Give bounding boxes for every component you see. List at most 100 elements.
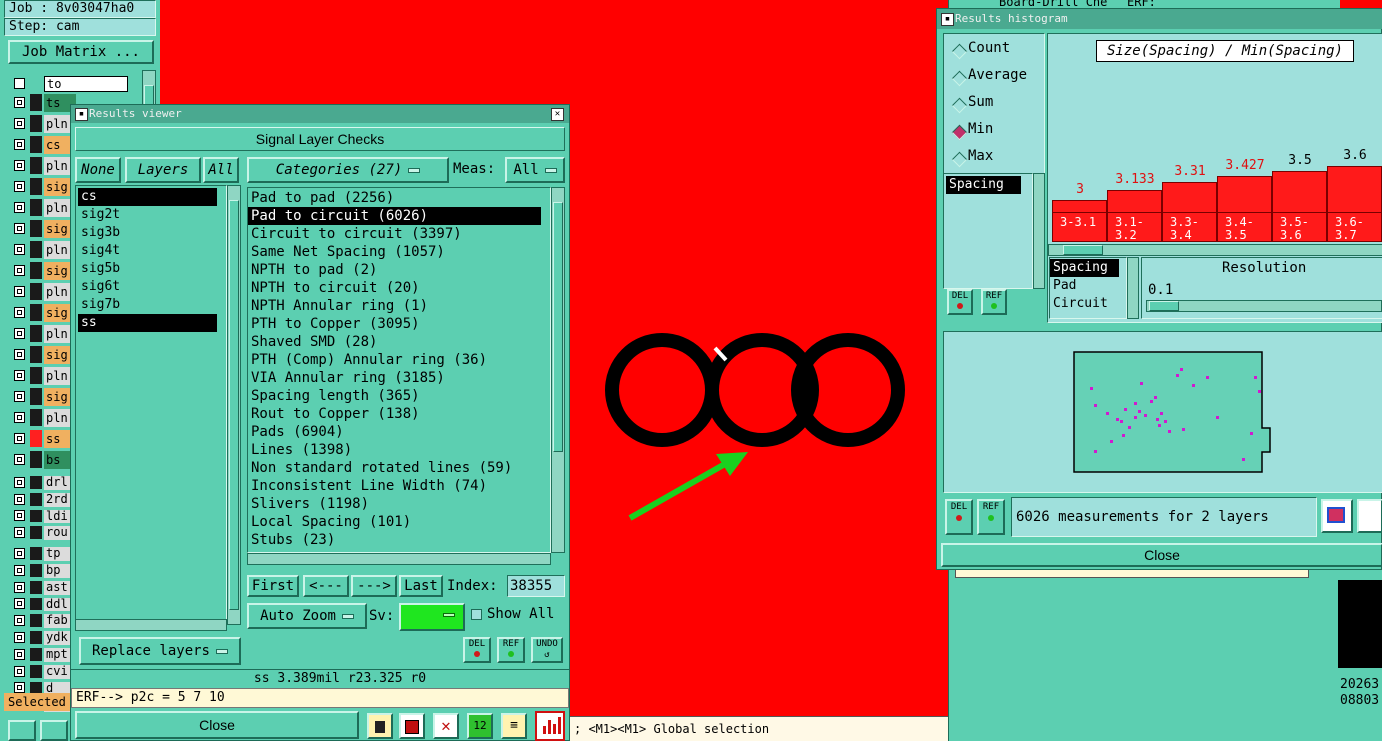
- categories-scrollbar[interactable]: [551, 187, 565, 553]
- layer-checkbox[interactable]: [14, 202, 25, 213]
- prev-button[interactable]: <---: [303, 575, 349, 597]
- layer-checkbox[interactable]: [14, 391, 25, 402]
- layer-checkbox[interactable]: [14, 527, 25, 539]
- layer-checkbox[interactable]: [14, 244, 25, 255]
- show-all-checkbox[interactable]: [471, 609, 482, 620]
- category-item[interactable]: Slivers (1198): [248, 495, 541, 513]
- layer-checkbox[interactable]: [14, 307, 25, 318]
- mode-radio[interactable]: [951, 124, 968, 141]
- layer-checkbox[interactable]: [14, 97, 25, 108]
- layer-checkbox[interactable]: [14, 510, 25, 522]
- report-icon[interactable]: [399, 713, 425, 739]
- replace-layers-button[interactable]: Replace layers: [79, 637, 241, 665]
- hist-ref-button[interactable]: REF: [981, 289, 1007, 315]
- group-item[interactable]: Spacing: [1050, 259, 1119, 277]
- layers-list[interactable]: cs sig2t sig3b sig4t sig5b sig6t sig7b ss: [75, 185, 227, 625]
- auto-zoom-button[interactable]: Auto Zoom: [247, 603, 367, 629]
- tool-icon-2[interactable]: [40, 720, 68, 741]
- category-item[interactable]: VIA Annular ring (3185): [248, 369, 541, 387]
- histogram-window-menu-icon[interactable]: ▪: [941, 13, 954, 26]
- zoom-window-icon[interactable]: [1357, 499, 1382, 533]
- category-item[interactable]: NPTH Annular ring (1): [248, 297, 541, 315]
- histogram-close-button[interactable]: Close: [941, 543, 1382, 567]
- layer-checkbox[interactable]: [14, 433, 25, 444]
- categories-button[interactable]: Categories (27): [247, 157, 449, 183]
- category-item[interactable]: Non standard rotated lines (59): [248, 459, 541, 477]
- layer-checkbox[interactable]: [14, 181, 25, 192]
- layer-checkbox[interactable]: [14, 548, 25, 560]
- category-item[interactable]: Pad to pad (2256): [248, 189, 541, 207]
- mode-radio[interactable]: [951, 97, 968, 114]
- layer-checkbox[interactable]: [14, 648, 25, 660]
- layer-checkbox[interactable]: [14, 665, 25, 677]
- layer-checkbox[interactable]: [14, 615, 25, 627]
- category-item[interactable]: NPTH to pad (2): [248, 261, 541, 279]
- hist-del-button[interactable]: DEL: [947, 289, 973, 315]
- undo-button[interactable]: UNDO ↺: [531, 637, 563, 663]
- category-item[interactable]: Inconsistent Line Width (74): [248, 477, 541, 495]
- layer-checkbox[interactable]: [14, 493, 25, 505]
- mode-radio[interactable]: [951, 43, 968, 60]
- category-item[interactable]: Stubs (23): [248, 531, 541, 549]
- first-button[interactable]: First: [247, 575, 299, 597]
- histogram-hscrollbar[interactable]: [1048, 244, 1382, 256]
- layer-checkbox[interactable]: [14, 476, 25, 488]
- all-layers-button[interactable]: All: [203, 157, 239, 183]
- layer-checkbox[interactable]: [14, 682, 25, 694]
- category-item[interactable]: Lines (1398): [248, 441, 541, 459]
- layer-checkbox[interactable]: [14, 454, 25, 465]
- group-list[interactable]: Spacing Pad Circuit: [1049, 257, 1127, 319]
- delete-marks-icon[interactable]: ✕: [433, 713, 459, 739]
- category-item[interactable]: Rout to Copper (138): [248, 405, 541, 423]
- layer-checkbox[interactable]: [14, 581, 25, 593]
- categories-list[interactable]: Pad to pad (2256) Pad to circuit (6026) Ci…: [247, 187, 551, 553]
- layer-name-input[interactable]: to: [44, 76, 128, 92]
- layer-checkbox[interactable]: [14, 286, 25, 297]
- category-item[interactable]: Same Net Spacing (1057): [248, 243, 541, 261]
- next-button[interactable]: --->: [351, 575, 397, 597]
- category-item[interactable]: PTH (Comp) Annular ring (36): [248, 351, 541, 369]
- zoom-fit-icon[interactable]: [1321, 499, 1353, 533]
- layer-list-item[interactable]: cs: [78, 188, 217, 206]
- numbering-icon[interactable]: 12: [467, 713, 493, 739]
- layer-input-checkbox[interactable]: [14, 78, 25, 89]
- category-item[interactable]: Local Spacing (101): [248, 513, 541, 531]
- layers-list-scrollbar[interactable]: [227, 185, 241, 625]
- layer-checkbox[interactable]: [14, 598, 25, 610]
- category-item[interactable]: Circuit to circuit (3397): [248, 225, 541, 243]
- none-button[interactable]: None: [75, 157, 121, 183]
- layer-checkbox[interactable]: [14, 370, 25, 381]
- layer-list-item[interactable]: ss: [78, 314, 217, 332]
- layer-checkbox[interactable]: [14, 160, 25, 171]
- close-button[interactable]: Close: [75, 711, 359, 739]
- attribute-scrollbar[interactable]: [1033, 173, 1045, 289]
- close-icon[interactable]: ✕: [551, 108, 564, 121]
- category-item[interactable]: Spacing length (365): [248, 387, 541, 405]
- layer-checkbox[interactable]: [14, 632, 25, 644]
- layer-list-item[interactable]: sig3b: [78, 224, 217, 242]
- sv-color-select[interactable]: [399, 603, 465, 631]
- layer-list-item[interactable]: sig4t: [78, 242, 217, 260]
- ref-button[interactable]: REF: [497, 637, 525, 663]
- layer-checkbox[interactable]: [14, 139, 25, 150]
- layer-list-item[interactable]: sig6t: [78, 278, 217, 296]
- group-item[interactable]: Pad: [1050, 277, 1119, 295]
- window-menu-icon[interactable]: ▪: [75, 108, 88, 121]
- category-item[interactable]: Shaved SMD (28): [248, 333, 541, 351]
- category-item[interactable]: Pad to circuit (6026): [248, 207, 541, 225]
- index-input[interactable]: 38355: [507, 575, 565, 597]
- layers-button[interactable]: Layers: [125, 157, 201, 183]
- preview-del-button[interactable]: DEL: [945, 499, 973, 535]
- layer-checkbox[interactable]: [14, 564, 25, 576]
- layer-checkbox[interactable]: [14, 349, 25, 360]
- pcb-canvas[interactable]: [570, 0, 948, 716]
- layer-checkbox[interactable]: [14, 412, 25, 423]
- categories-hscrollbar[interactable]: [247, 553, 551, 565]
- board-preview[interactable]: [943, 331, 1382, 493]
- layer-checkbox[interactable]: [14, 265, 25, 276]
- layers-hscrollbar[interactable]: [75, 619, 227, 631]
- category-item[interactable]: NPTH to circuit (20): [248, 279, 541, 297]
- meas-select[interactable]: All: [505, 157, 565, 183]
- layer-checkbox[interactable]: [14, 223, 25, 234]
- layer-checkbox[interactable]: [14, 328, 25, 339]
